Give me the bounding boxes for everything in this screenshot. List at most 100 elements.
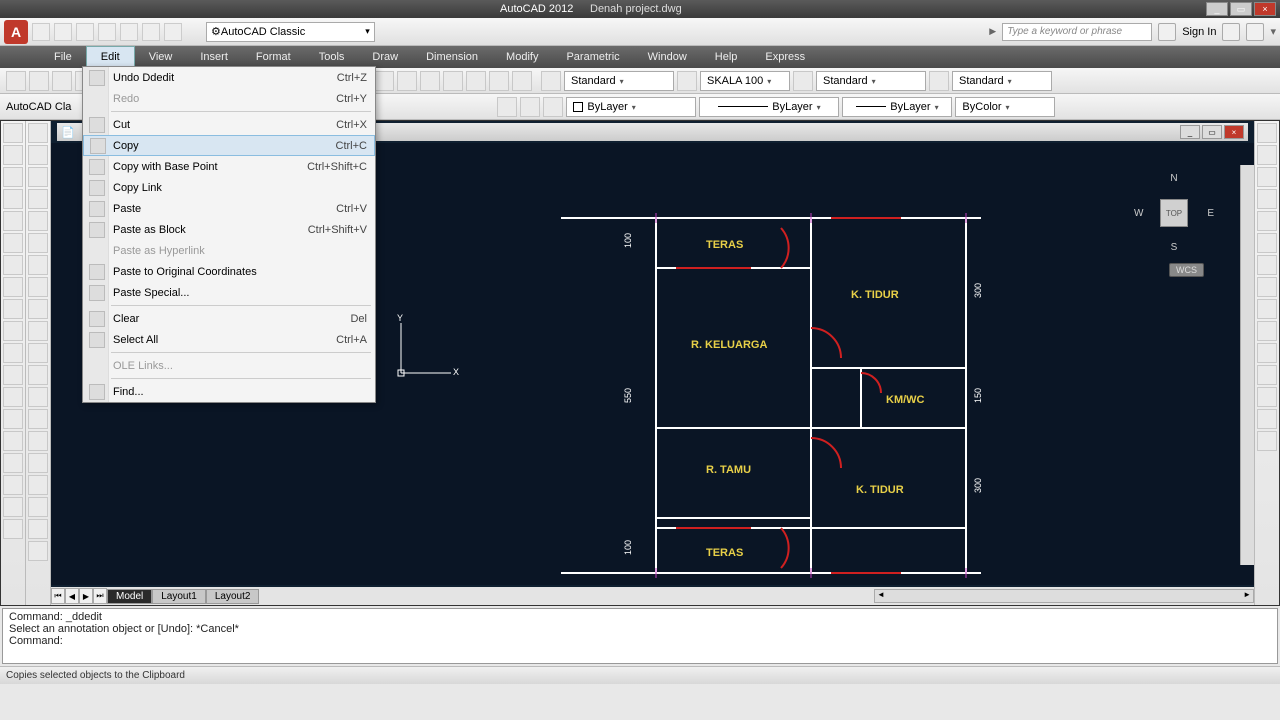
linetype-dropdown[interactable]: ByLayer <box>699 97 839 117</box>
tool-icon[interactable] <box>1257 145 1277 165</box>
tool-icon[interactable] <box>1257 189 1277 209</box>
layer-dropdown[interactable]: ByLayer <box>566 97 696 117</box>
edit-menu-item[interactable]: Paste Special... <box>83 282 375 303</box>
tool-icon[interactable] <box>1257 233 1277 253</box>
edit-menu-item[interactable]: PasteCtrl+V <box>83 198 375 219</box>
dimstyle-icon[interactable] <box>677 71 697 91</box>
tool-icon[interactable] <box>512 71 532 91</box>
edit-menu-item[interactable]: ClearDel <box>83 308 375 329</box>
explode-icon[interactable] <box>28 453 48 473</box>
edit-menu-item[interactable]: Find... <box>83 381 375 402</box>
horizontal-scrollbar[interactable] <box>874 589 1254 603</box>
copy-icon[interactable] <box>28 145 48 165</box>
tool-icon[interactable] <box>3 497 23 517</box>
plotstyle-dropdown[interactable]: ByColor <box>955 97 1055 117</box>
array-icon[interactable] <box>28 211 48 231</box>
lineweight-dropdown[interactable]: ByLayer <box>842 97 952 117</box>
annotation-icon[interactable] <box>541 71 561 91</box>
spline-icon[interactable] <box>3 277 23 297</box>
trim-icon[interactable] <box>28 321 48 341</box>
account-icon[interactable] <box>1158 23 1176 41</box>
doc-close-button[interactable]: × <box>1224 125 1244 139</box>
edit-menu-item[interactable]: Paste to Original Coordinates <box>83 261 375 282</box>
menu-dimension[interactable]: Dimension <box>412 46 492 68</box>
tool-icon[interactable] <box>3 431 23 451</box>
menu-file[interactable]: File <box>40 46 86 68</box>
stretch-icon[interactable] <box>28 299 48 319</box>
mtext-icon[interactable] <box>3 365 23 385</box>
tab-last-icon[interactable]: ⏭ <box>93 588 107 604</box>
region-icon[interactable] <box>3 387 23 407</box>
tool-icon[interactable] <box>3 519 23 539</box>
tool-icon[interactable] <box>1257 343 1277 363</box>
viewcube-top[interactable]: TOP <box>1160 199 1188 227</box>
tool-icon[interactable] <box>397 71 417 91</box>
textstyle-dropdown[interactable]: Standard <box>564 71 674 91</box>
circle-icon[interactable] <box>3 167 23 187</box>
fillet-icon[interactable] <box>28 431 48 451</box>
polyline-icon[interactable] <box>3 145 23 165</box>
help-search-input[interactable]: Type a keyword or phrase <box>1002 23 1152 41</box>
arc-icon[interactable] <box>3 189 23 209</box>
edit-menu-item[interactable]: CopyCtrl+C <box>83 135 375 156</box>
tab-layout2[interactable]: Layout2 <box>206 589 260 604</box>
mirror-icon[interactable] <box>28 167 48 187</box>
layer-icon[interactable] <box>497 97 517 117</box>
qat-undo-icon[interactable] <box>142 23 160 41</box>
tool-icon[interactable] <box>1257 277 1277 297</box>
move-icon[interactable] <box>28 233 48 253</box>
layer-icon[interactable] <box>520 97 540 117</box>
workspace-dropdown[interactable]: ⚙ AutoCAD Classic <box>206 22 375 42</box>
break-icon[interactable] <box>28 365 48 385</box>
join-icon[interactable] <box>28 387 48 407</box>
qat-saveas-icon[interactable] <box>98 23 116 41</box>
tool-icon[interactable] <box>420 71 440 91</box>
tool-icon[interactable] <box>1257 211 1277 231</box>
tool-icon[interactable] <box>52 71 72 91</box>
tool-icon[interactable] <box>28 475 48 495</box>
doc-minimize-button[interactable]: _ <box>1180 125 1200 139</box>
tool-icon[interactable] <box>28 497 48 517</box>
maximize-button[interactable]: ▭ <box>1230 2 1252 16</box>
tool-icon[interactable] <box>443 71 463 91</box>
tablestyle-dropdown[interactable]: Standard <box>816 71 926 91</box>
dimstyle-dropdown[interactable]: SKALA 100 <box>700 71 790 91</box>
hatch-icon[interactable] <box>3 255 23 275</box>
menu-draw[interactable]: Draw <box>358 46 412 68</box>
tool-icon[interactable] <box>1257 255 1277 275</box>
tool-icon[interactable] <box>1257 431 1277 451</box>
qat-open-icon[interactable] <box>54 23 72 41</box>
edit-menu-item[interactable]: Paste as BlockCtrl+Shift+V <box>83 219 375 240</box>
erase-icon[interactable] <box>28 123 48 143</box>
tab-layout1[interactable]: Layout1 <box>152 589 206 604</box>
chamfer-icon[interactable] <box>28 409 48 429</box>
tool-icon[interactable] <box>1257 123 1277 143</box>
doc-maximize-button[interactable]: ▭ <box>1202 125 1222 139</box>
menu-modify[interactable]: Modify <box>492 46 552 68</box>
tool-icon[interactable] <box>3 475 23 495</box>
help-icon[interactable] <box>1246 23 1264 41</box>
tool-icon[interactable] <box>374 71 394 91</box>
edit-menu-item[interactable]: CutCtrl+X <box>83 114 375 135</box>
tool-icon[interactable] <box>1257 321 1277 341</box>
tool-icon[interactable] <box>28 541 48 561</box>
menu-insert[interactable]: Insert <box>186 46 242 68</box>
menu-edit[interactable]: Edit <box>86 46 135 68</box>
tool-icon[interactable] <box>3 453 23 473</box>
mleader-dropdown[interactable]: Standard <box>952 71 1052 91</box>
vertical-scrollbar[interactable] <box>1240 165 1254 565</box>
offset-icon[interactable] <box>28 189 48 209</box>
tab-model[interactable]: Model <box>107 589 152 604</box>
tool-icon[interactable] <box>1257 167 1277 187</box>
ellipse-icon[interactable] <box>3 233 23 253</box>
tool-icon[interactable] <box>28 519 48 539</box>
tool-icon[interactable] <box>1257 387 1277 407</box>
tab-first-icon[interactable]: ⏮ <box>51 588 65 604</box>
tool-icon[interactable] <box>1257 299 1277 319</box>
qat-new-icon[interactable] <box>32 23 50 41</box>
tool-icon[interactable] <box>6 71 26 91</box>
menu-tools[interactable]: Tools <box>305 46 359 68</box>
qat-print-icon[interactable] <box>120 23 138 41</box>
qat-redo-icon[interactable] <box>164 23 182 41</box>
line-icon[interactable] <box>3 123 23 143</box>
